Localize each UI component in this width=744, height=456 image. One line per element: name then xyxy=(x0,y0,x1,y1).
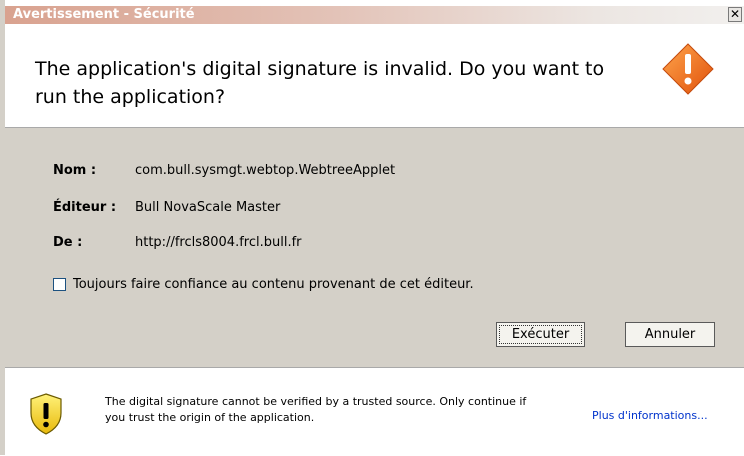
dialog-header: The application's digital signature is i… xyxy=(5,24,744,128)
from-value: http://frcls8004.frcl.bull.fr xyxy=(135,235,302,250)
more-info-link[interactable]: Plus d'informations... xyxy=(592,409,708,422)
publisher-value: Bull NovaScale Master xyxy=(135,200,281,215)
title-bar[interactable]: Avertissement - Sécurité ✕ xyxy=(5,6,744,24)
cancel-button[interactable]: Annuler xyxy=(625,322,715,347)
close-button[interactable]: ✕ xyxy=(728,7,742,22)
from-label: De : xyxy=(53,235,83,250)
trust-publisher-checkbox[interactable] xyxy=(53,278,66,291)
warning-diamond-icon xyxy=(662,43,714,95)
name-value: com.bull.sysmgt.webtop.WebtreeApplet xyxy=(135,163,396,178)
run-button[interactable]: Exécuter xyxy=(496,322,585,347)
header-message: The application's digital signature is i… xyxy=(35,58,605,108)
trust-publisher-label[interactable]: Toujours faire confiance au contenu prov… xyxy=(73,277,474,292)
publisher-label: Éditeur : xyxy=(53,200,117,215)
window-title: Avertissement - Sécurité xyxy=(13,7,195,22)
shield-warning-icon xyxy=(30,393,62,435)
dialog-body: Nom : com.bull.sysmgt.webtop.WebtreeAppl… xyxy=(5,128,744,367)
name-label: Nom : xyxy=(53,163,97,178)
footer-message: The digital signature cannot be verified… xyxy=(105,395,527,424)
dialog-footer: The digital signature cannot be verified… xyxy=(5,367,744,456)
close-icon: ✕ xyxy=(729,7,741,21)
